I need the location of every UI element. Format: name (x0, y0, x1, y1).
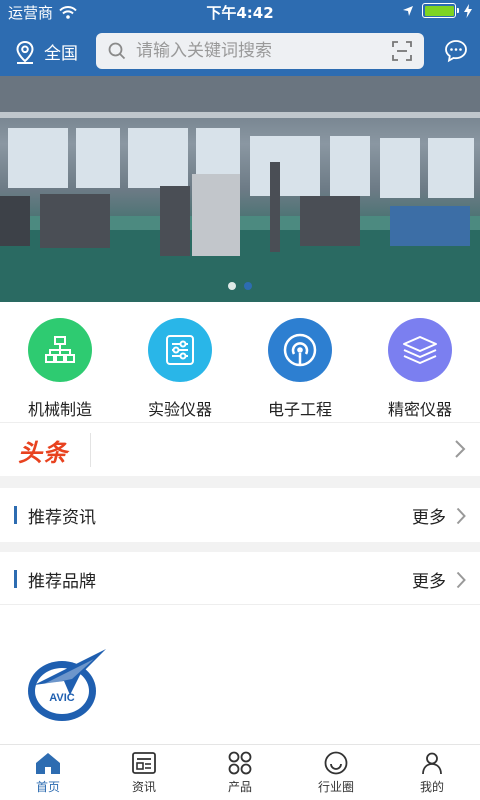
tab-label: 首页 (35, 780, 60, 794)
headline-logo: 头条 (18, 439, 68, 467)
chevron-right-icon (456, 571, 466, 588)
category-machinery[interactable]: 机械制造 (0, 302, 120, 422)
brand-list: AVIC (0, 604, 480, 744)
category-icon-bg (148, 318, 212, 382)
charging-icon (464, 3, 472, 18)
tab-label: 产品 (227, 780, 252, 794)
section-recommended-brands: 推荐品牌 更多 (0, 552, 480, 606)
category-label: 精密仪器 (387, 400, 452, 419)
more-button[interactable]: 更多 (412, 503, 466, 528)
search-input[interactable] (136, 41, 392, 61)
brand-logo-avic[interactable]: AVIC (24, 645, 108, 729)
tab-label: 我的 (419, 780, 444, 794)
category-electronics[interactable]: 电子工程 (240, 302, 360, 422)
chevron-right-icon (456, 507, 466, 524)
tab-news[interactable]: 资讯 (96, 745, 192, 800)
category-grid: 机械制造 实验仪器 电子工程 精密仪器 (0, 302, 480, 422)
grid-icon (228, 751, 252, 775)
chevron-right-icon[interactable] (454, 439, 466, 459)
category-label: 电子工程 (267, 400, 332, 419)
category-icon-bg (268, 318, 332, 382)
network-icon (45, 336, 75, 363)
carousel-dot[interactable] (228, 282, 236, 290)
carousel-indicator (0, 282, 480, 290)
battery-icon (422, 3, 459, 18)
brand-name: AVIC (49, 692, 75, 704)
search-icon (108, 42, 126, 60)
location-pin-icon (16, 40, 34, 64)
avic-logo: AVIC (28, 649, 106, 721)
smile-icon (324, 751, 348, 775)
banner-image (0, 76, 480, 302)
category-lab-instruments[interactable]: 实验仪器 (120, 302, 240, 422)
headline-bar[interactable]: 头条 (0, 422, 480, 476)
category-icon-bg (28, 318, 92, 382)
category-label: 机械制造 (27, 400, 92, 419)
top-bar: 运营商 下午4:42 全国 (0, 0, 480, 76)
category-precision-instruments[interactable]: 精密仪器 (360, 302, 480, 422)
tab-me[interactable]: 我的 (384, 745, 480, 800)
tab-label: 资讯 (131, 780, 156, 794)
more-label: 更多 (412, 508, 446, 528)
scan-icon[interactable] (392, 41, 412, 61)
section-title: 推荐资讯 (28, 508, 96, 528)
location-arrow-icon (403, 5, 413, 16)
category-icon-bg (388, 318, 452, 382)
section-title: 推荐品牌 (28, 572, 96, 592)
search-box[interactable] (96, 33, 424, 69)
more-label: 更多 (412, 572, 446, 592)
nav-bar: 全国 (0, 32, 480, 70)
news-icon (132, 752, 156, 774)
section-accent-bar (14, 570, 17, 588)
user-icon (422, 752, 442, 775)
section-accent-bar (14, 506, 17, 524)
status-right (402, 3, 472, 18)
more-button[interactable]: 更多 (412, 567, 466, 592)
tab-industry-circle[interactable]: 行业圈 (288, 745, 384, 800)
home-icon (36, 753, 60, 774)
banner-carousel[interactable] (0, 76, 480, 302)
category-label: 实验仪器 (147, 400, 212, 419)
section-recommended-news: 推荐资讯 更多 (0, 488, 480, 542)
layers-icon (403, 336, 437, 364)
tab-label: 行业圈 (317, 780, 354, 794)
carousel-dot-active[interactable] (244, 282, 252, 290)
tab-products[interactable]: 产品 (192, 745, 288, 800)
divider (90, 433, 91, 467)
tab-home[interactable]: 首页 (0, 745, 96, 800)
message-button[interactable] (444, 39, 468, 67)
status-bar: 运营商 下午4:42 (0, 0, 480, 24)
signal-icon (283, 333, 317, 367)
app-screen: 运营商 下午4:42 全国 请输入关键词搜索 机械制造 实验仪器 电子工程 精密… (0, 0, 480, 800)
sliders-icon (166, 335, 194, 365)
location-label: 全国 (44, 44, 78, 64)
location-selector[interactable]: 全国 (14, 39, 78, 64)
chat-bubble-icon (445, 40, 467, 63)
tab-bar: 首页 资讯 产品 行业圈 我的 (0, 744, 480, 800)
